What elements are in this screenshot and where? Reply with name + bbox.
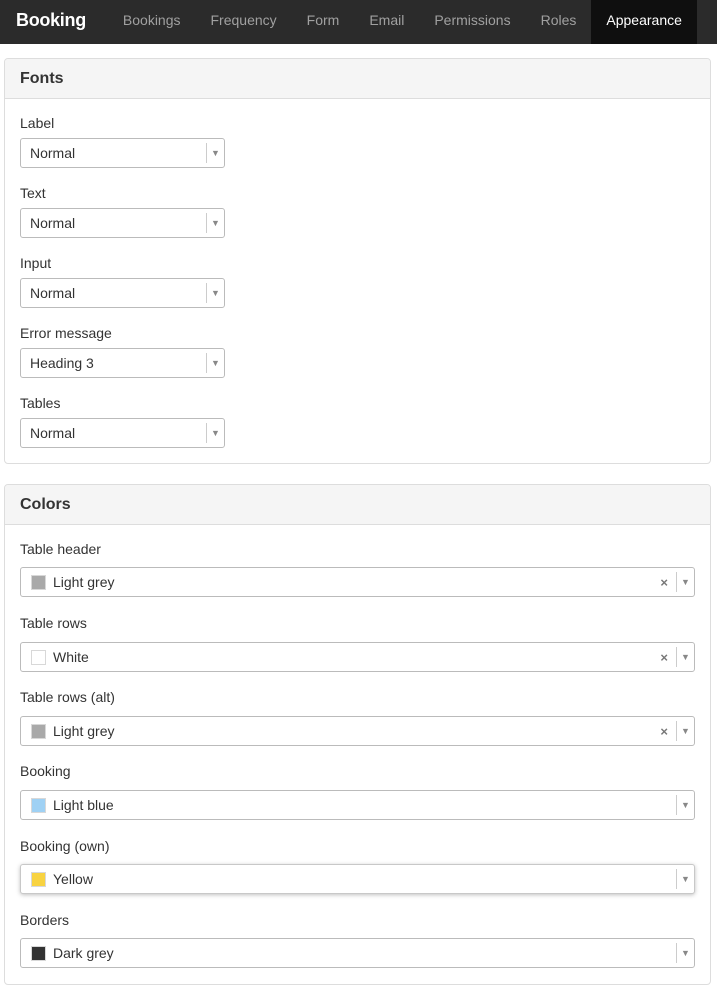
booking-color-select[interactable]: Light blue ▼	[20, 790, 695, 820]
fonts-panel-heading: Fonts	[5, 59, 710, 99]
borders-color-value: Dark grey	[53, 945, 114, 961]
booking-color-value: Light blue	[53, 797, 114, 813]
tables-font-select[interactable]: Normal ▼	[20, 418, 225, 448]
chevron-down-icon[interactable]: ▼	[676, 943, 694, 963]
table-rows-color-value: White	[53, 649, 89, 665]
table-header-color-label: Table header	[20, 541, 101, 557]
color-swatch	[31, 650, 46, 665]
color-swatch	[31, 872, 46, 887]
top-navbar: Booking Bookings Frequency Form Email Pe…	[0, 0, 717, 44]
input-font-value: Normal	[30, 285, 76, 301]
tables-font-label: Tables	[20, 395, 61, 411]
input-font-select[interactable]: Normal ▼	[20, 278, 225, 308]
table-rows-alt-color-label: Table rows (alt)	[20, 689, 115, 705]
table-rows-alt-color-value: Light grey	[53, 723, 115, 739]
color-swatch	[31, 798, 46, 813]
tab-bookings[interactable]: Bookings	[108, 0, 196, 44]
chevron-down-icon[interactable]: ▼	[206, 283, 224, 303]
error-message-font-value: Heading 3	[30, 355, 94, 371]
borders-color-select[interactable]: Dark grey ▼	[20, 938, 695, 968]
table-header-color-select[interactable]: Light grey × ▼	[20, 567, 695, 597]
chevron-down-icon[interactable]: ▼	[676, 721, 694, 741]
clear-icon[interactable]: ×	[660, 568, 668, 597]
tables-font-value: Normal	[30, 425, 76, 441]
label-font-value: Normal	[30, 145, 76, 161]
text-font-value: Normal	[30, 215, 76, 231]
error-message-font-label: Error message	[20, 325, 112, 341]
booking-own-color-select[interactable]: Yellow ▼	[20, 864, 695, 894]
table-rows-color-select[interactable]: White × ▼	[20, 642, 695, 672]
table-header-color-value: Light grey	[53, 574, 115, 590]
clear-icon[interactable]: ×	[660, 643, 668, 672]
color-swatch	[31, 946, 46, 961]
text-font-select[interactable]: Normal ▼	[20, 208, 225, 238]
clear-icon[interactable]: ×	[660, 717, 668, 746]
chevron-down-icon[interactable]: ▼	[676, 795, 694, 815]
tab-permissions[interactable]: Permissions	[419, 0, 525, 44]
chevron-down-icon[interactable]: ▼	[206, 213, 224, 233]
input-font-label: Input	[20, 255, 52, 271]
text-font-label: Text	[20, 185, 46, 201]
label-font-label: Label	[20, 115, 55, 131]
chevron-down-icon[interactable]: ▼	[676, 647, 694, 667]
color-swatch	[31, 724, 46, 739]
colors-panel-heading: Colors	[5, 485, 710, 525]
tab-roles[interactable]: Roles	[526, 0, 592, 44]
chevron-down-icon[interactable]: ▼	[206, 423, 224, 443]
color-swatch	[31, 575, 46, 590]
borders-color-label: Borders	[20, 912, 70, 928]
label-font-select[interactable]: Normal ▼	[20, 138, 225, 168]
tab-form[interactable]: Form	[292, 0, 355, 44]
brand-link[interactable]: Booking	[0, 0, 108, 44]
error-message-font-select[interactable]: Heading 3 ▼	[20, 348, 225, 378]
booking-color-label: Booking	[20, 763, 71, 779]
booking-own-color-value: Yellow	[53, 871, 93, 887]
booking-own-color-label: Booking (own)	[20, 838, 110, 854]
colors-panel: Colors Table header Light grey × ▼ Table…	[4, 484, 711, 985]
fonts-panel: Fonts Label Normal ▼ Text Normal ▼ Input…	[4, 58, 711, 464]
table-rows-alt-color-select[interactable]: Light grey × ▼	[20, 716, 695, 746]
tab-appearance[interactable]: Appearance	[591, 0, 697, 44]
chevron-down-icon[interactable]: ▼	[676, 869, 694, 889]
table-rows-color-label: Table rows	[20, 615, 87, 631]
chevron-down-icon[interactable]: ▼	[206, 353, 224, 373]
chevron-down-icon[interactable]: ▼	[206, 143, 224, 163]
tab-email[interactable]: Email	[354, 0, 419, 44]
chevron-down-icon[interactable]: ▼	[676, 572, 694, 592]
tab-frequency[interactable]: Frequency	[196, 0, 292, 44]
